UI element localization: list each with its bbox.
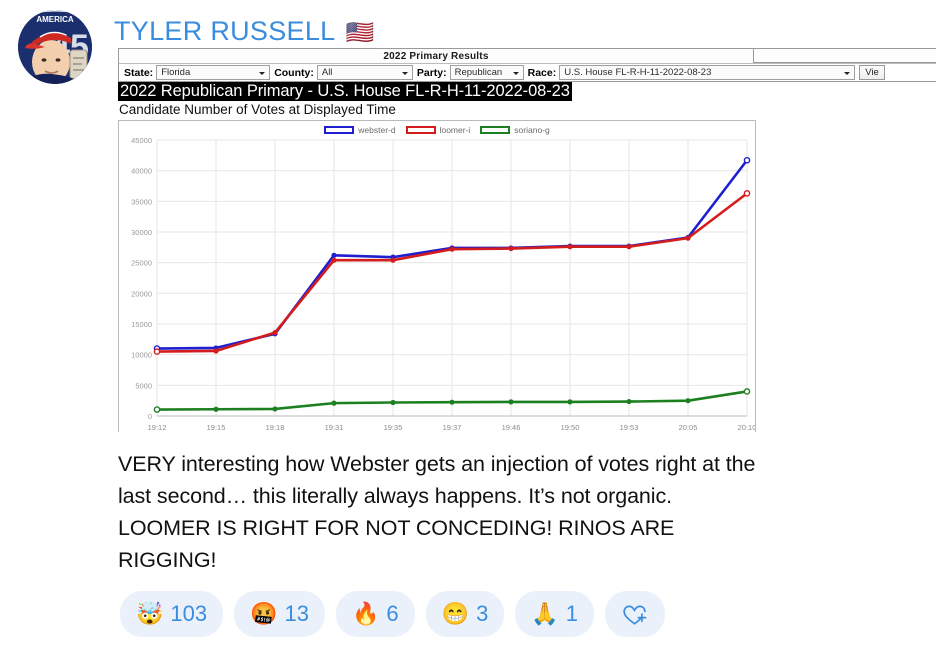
party-select-value: Republican	[454, 67, 503, 78]
race-label: Race:	[527, 66, 557, 79]
party-label: Party:	[416, 66, 447, 79]
race-banner: 2022 Republican Primary - U.S. House FL-…	[118, 82, 572, 101]
reaction-grin[interactable]: 😁 3	[425, 591, 505, 637]
svg-text:45000: 45000	[131, 136, 152, 145]
race-banner-row: 2022 Republican Primary - U.S. House FL-…	[118, 82, 936, 101]
svg-text:20:05: 20:05	[679, 423, 698, 432]
grin-icon: 😁	[441, 601, 470, 626]
svg-text:40000: 40000	[131, 167, 152, 176]
add-reaction-button[interactable]	[604, 591, 665, 637]
reaction-angry-cursing[interactable]: 🤬 13	[234, 591, 326, 637]
svg-text:20:10: 20:10	[738, 423, 755, 432]
svg-text:15000: 15000	[131, 320, 152, 329]
chart-y-tick-labels: 0 5000 10000 15000 20000 25000 30000 35000 40000…	[131, 136, 152, 421]
svg-text:0: 0	[148, 412, 152, 421]
reaction-count-3: 3	[476, 601, 489, 626]
svg-text:AMERICA: AMERICA	[36, 15, 74, 24]
fire-icon: 🔥	[352, 601, 380, 626]
svg-text:19:15: 19:15	[207, 423, 226, 432]
county-label: County:	[274, 66, 314, 79]
reaction-mind-blown[interactable]: 🤯 103	[120, 591, 224, 637]
app-titlebar-right-filler	[754, 48, 936, 63]
view-button[interactable]: Vie	[859, 65, 885, 80]
state-select-value: Florida	[161, 67, 191, 78]
svg-text:25000: 25000	[131, 259, 152, 268]
votes-chart: webster-d loomer-i soriano-g 0 5000 10000 1…	[118, 120, 756, 432]
chart-plot-area: 0 5000 10000 15000 20000 25000 30000 35000 40000…	[131, 136, 755, 432]
svg-text:19:50: 19:50	[561, 423, 580, 432]
chart-caption: Candidate Number of Votes at Displayed T…	[119, 102, 396, 117]
avatar-image: AMERICA 45	[18, 10, 92, 84]
embedded-screenshot: 2022 Primary Results State: Florida Coun…	[118, 48, 936, 432]
heart-plus-icon	[623, 605, 647, 625]
reaction-count-1: 13	[284, 601, 310, 626]
svg-text:19:31: 19:31	[325, 423, 344, 432]
race-select-value: U.S. House FL-R-H-11-2022-08-23	[564, 67, 712, 78]
svg-text:30000: 30000	[131, 228, 152, 237]
us-flag-icon: 🇺🇸	[345, 19, 375, 45]
chart-gridlines	[156, 139, 748, 417]
state-select[interactable]: Florida	[156, 65, 271, 80]
state-label: State:	[124, 66, 154, 79]
post-body-text: VERY interesting how Webster gets an inj…	[118, 452, 756, 572]
filter-toolbar: State: Florida County: All Party: Republ…	[118, 63, 936, 82]
svg-text:19:46: 19:46	[502, 423, 521, 432]
app-title: 2022 Primary Results	[383, 50, 489, 62]
svg-text:20000: 20000	[131, 289, 152, 298]
angry-cursing-icon: 🤬	[250, 601, 278, 626]
svg-text:19:12: 19:12	[148, 423, 167, 432]
reaction-count-2: 6	[386, 601, 399, 626]
svg-text:35000: 35000	[131, 197, 152, 206]
reaction-count-4: 1	[565, 601, 578, 626]
svg-text:19:37: 19:37	[443, 423, 462, 432]
app-titlebar: 2022 Primary Results	[118, 48, 754, 63]
race-select[interactable]: U.S. House FL-R-H-11-2022-08-23	[559, 65, 856, 80]
svg-text:10000: 10000	[131, 351, 152, 360]
social-post: AMERICA 45 TYLER RUSSELL 🇺🇸 2022 Primary…	[0, 0, 936, 660]
mind-blown-icon: 🤯	[136, 601, 164, 626]
reaction-fire[interactable]: 🔥 6	[336, 591, 415, 637]
party-select[interactable]: Republican	[449, 65, 524, 80]
avatar[interactable]: AMERICA 45	[18, 10, 92, 84]
embed-inner: 2022 Primary Results State: Florida Coun…	[118, 48, 936, 432]
county-select-value: All	[321, 67, 333, 78]
reaction-bar: 🤯 103 🤬 13 🔥 6 😁 3 🙏 1	[120, 591, 665, 637]
reaction-pray[interactable]: 🙏 1	[515, 591, 594, 637]
svg-text:5000: 5000	[135, 381, 152, 390]
svg-text:19:18: 19:18	[266, 423, 285, 432]
author-line: TYLER RUSSELL 🇺🇸	[114, 8, 374, 47]
chart-x-tick-labels: 19:12 19:15 19:18 19:31 19:35 19:37 19:46 19:50…	[148, 423, 755, 432]
pray-icon: 🙏	[531, 601, 559, 626]
svg-text:19:53: 19:53	[620, 423, 639, 432]
author-name[interactable]: TYLER RUSSELL	[114, 16, 335, 47]
county-select[interactable]: All	[316, 65, 413, 80]
svg-text:19:35: 19:35	[384, 423, 403, 432]
reaction-count-0: 103	[170, 601, 208, 626]
